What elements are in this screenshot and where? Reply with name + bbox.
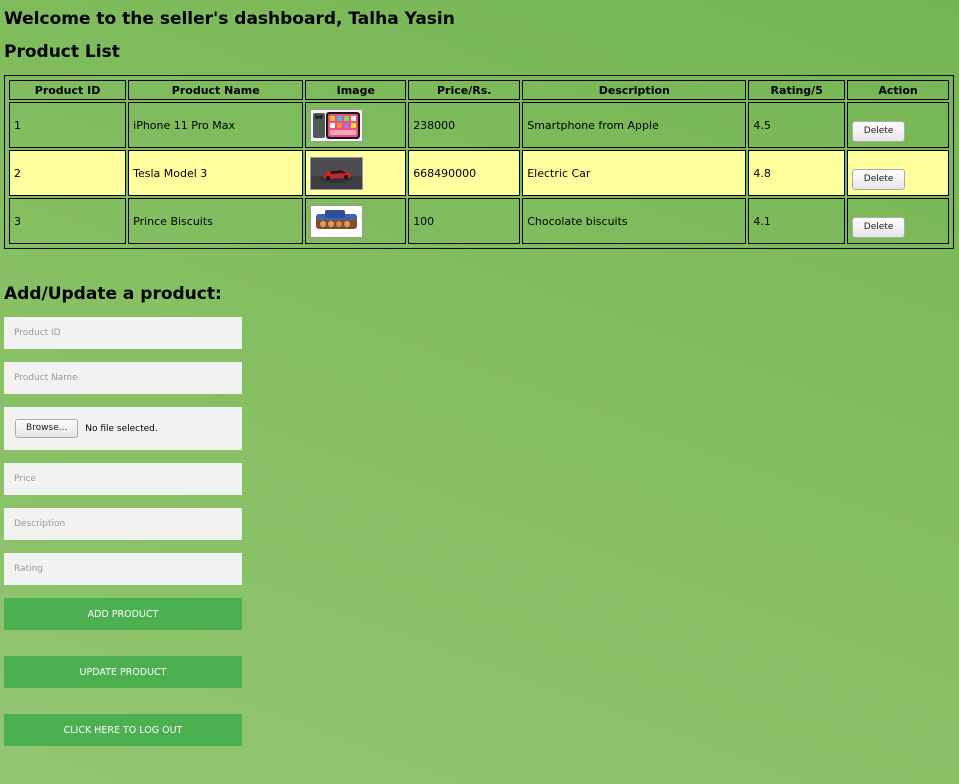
header-product-name: Product Name: [128, 80, 304, 100]
cell-price: 100: [408, 198, 521, 244]
cell-action: Delete: [847, 150, 949, 196]
header-action: Action: [847, 80, 949, 100]
cell-action: Delete: [847, 102, 949, 148]
cell-price: 668490000: [408, 150, 521, 196]
cell-product-id: 3: [9, 198, 127, 244]
biscuits-pack-thumbnail-image: [310, 204, 364, 238]
delete-button[interactable]: Delete: [852, 168, 906, 190]
product-list-title: Product List: [4, 42, 120, 62]
browse-button[interactable]: Browse...: [15, 419, 79, 438]
add-product-button[interactable]: ADD PRODUCT: [4, 598, 242, 630]
delete-button[interactable]: Delete: [852, 120, 906, 142]
image-file-picker: Browse... No file selected.: [4, 407, 242, 450]
header-description: Description: [522, 80, 747, 100]
cell-image: [305, 150, 407, 196]
cell-rating: 4.5: [748, 102, 846, 148]
table-row: 2 Tesla Model 3 668490000 Electric Car 4…: [9, 150, 949, 196]
header-image: Image: [305, 80, 407, 100]
logout-button[interactable]: CLICK HERE TO LOG OUT: [4, 714, 242, 746]
table-row: 1 iPhone 11 Pro Max 238000 Smartphone fr…: [9, 102, 949, 148]
update-product-button[interactable]: UPDATE PRODUCT: [4, 656, 242, 688]
cell-product-name: Prince Biscuits: [128, 198, 304, 244]
cell-product-name: Tesla Model 3: [128, 150, 304, 196]
cell-image: [305, 102, 407, 148]
header-product-id: Product ID: [9, 80, 127, 100]
cell-product-id: 2: [9, 150, 127, 196]
welcome-heading: Welcome to the seller's dashboard, Talha…: [4, 9, 455, 29]
product-name-input[interactable]: [4, 362, 242, 394]
product-table: Product ID Product Name Image Price/Rs. …: [4, 75, 954, 249]
cell-product-id: 1: [9, 102, 127, 148]
cell-rating: 4.8: [748, 150, 846, 196]
cell-action: Delete: [847, 198, 949, 244]
form-title: Add/Update a product:: [4, 284, 222, 304]
price-input[interactable]: [4, 463, 242, 495]
table-header-row: Product ID Product Name Image Price/Rs. …: [9, 80, 949, 100]
cell-product-name: iPhone 11 Pro Max: [128, 102, 304, 148]
cell-price: 238000: [408, 102, 521, 148]
delete-button[interactable]: Delete: [852, 216, 906, 238]
cell-description: Electric Car: [522, 150, 747, 196]
header-rating: Rating/5: [748, 80, 846, 100]
description-input[interactable]: [4, 508, 242, 540]
rating-input[interactable]: [4, 553, 242, 585]
product-id-input[interactable]: [4, 317, 242, 349]
file-status-text: No file selected.: [85, 423, 158, 434]
header-price: Price/Rs.: [408, 80, 521, 100]
cell-image: [305, 198, 407, 244]
cell-description: Smartphone from Apple: [522, 102, 747, 148]
tesla-car-thumbnail-image: [310, 156, 364, 190]
cell-rating: 4.1: [748, 198, 846, 244]
table-row: 3 Prince Biscuits 100 Chocolate biscuits…: [9, 198, 949, 244]
cell-description: Chocolate biscuits: [522, 198, 747, 244]
iphone-thumbnail-image: [310, 108, 364, 142]
